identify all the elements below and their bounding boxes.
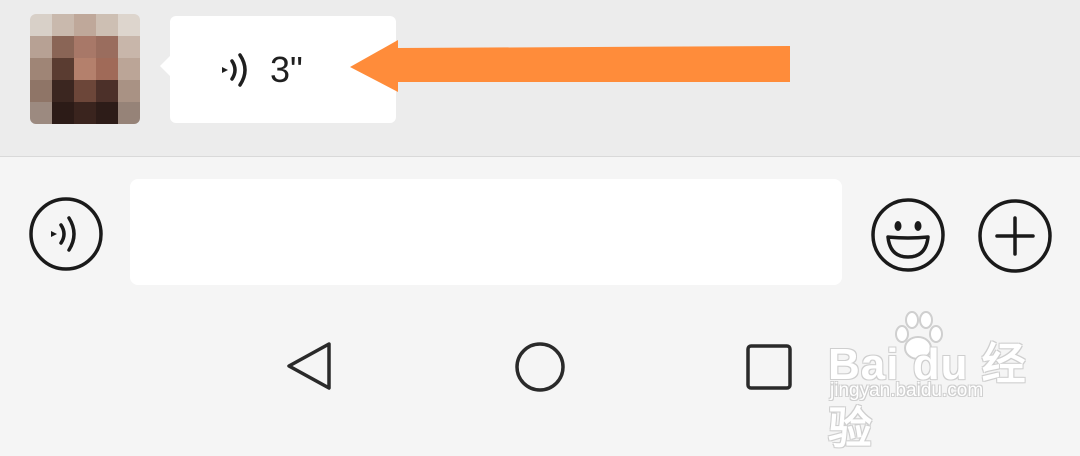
- annotation-arrow: [350, 40, 790, 92]
- home-circle-icon[interactable]: [514, 341, 566, 393]
- voice-duration: 3": [270, 49, 303, 90]
- plus-icon[interactable]: [977, 198, 1053, 274]
- message-input[interactable]: [130, 179, 842, 285]
- voice-icon[interactable]: [28, 196, 104, 272]
- watermark-url: jingyan.baidu.com: [830, 380, 984, 401]
- voice-wave-icon: [222, 53, 247, 87]
- input-bar: [0, 157, 1080, 292]
- baidu-jingyan-watermark: Bai du 经验 jingyan.baidu.com: [820, 300, 1060, 453]
- chat-area: 3": [0, 0, 1080, 157]
- recent-square-icon[interactable]: [745, 343, 793, 391]
- back-triangle-icon[interactable]: [285, 340, 333, 392]
- emoji-icon[interactable]: [870, 197, 946, 273]
- contact-avatar[interactable]: [30, 14, 140, 124]
